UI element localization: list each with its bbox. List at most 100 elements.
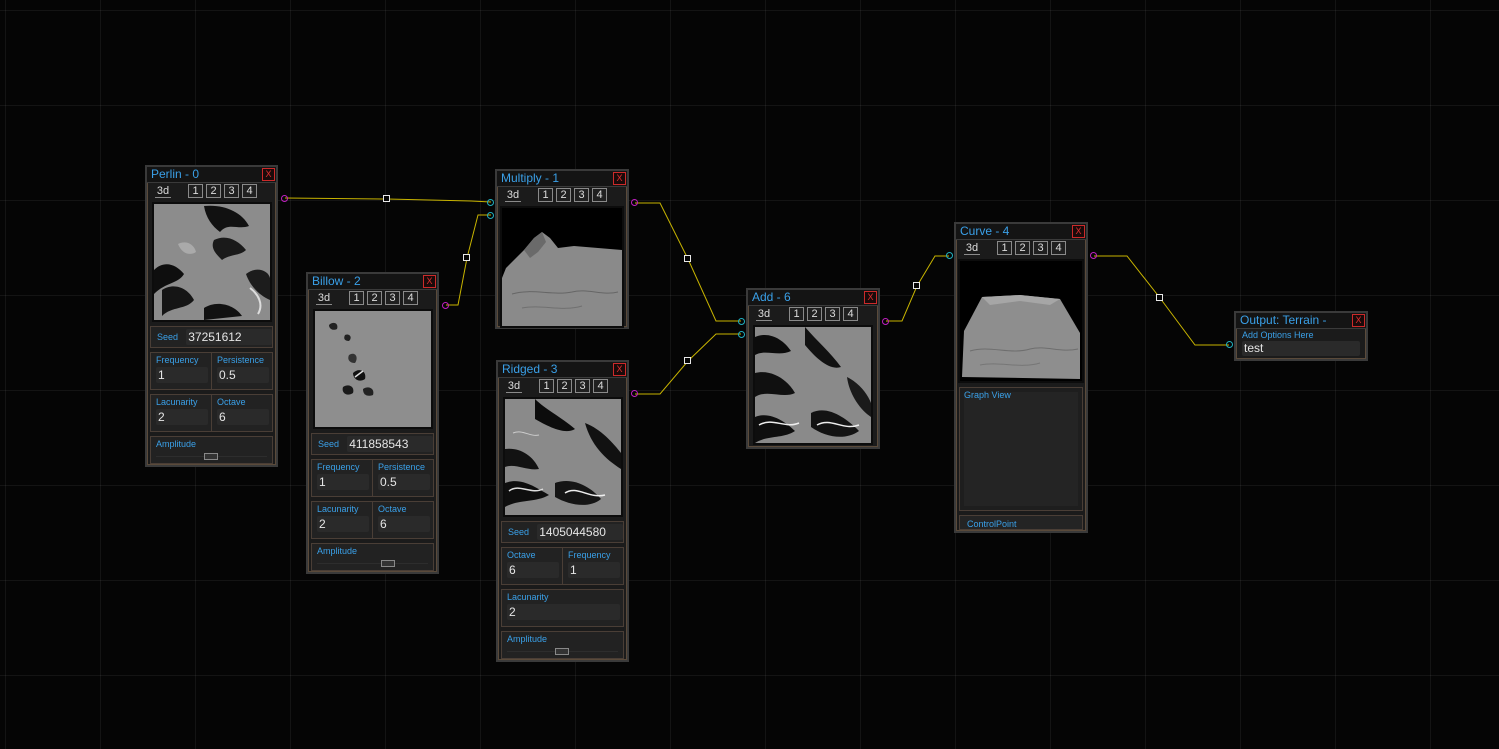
tab-4[interactable]: 4 [403, 291, 418, 305]
tab-2[interactable]: 2 [557, 379, 572, 393]
lacunarity-input[interactable]: 2 [507, 604, 620, 620]
multiply-input-port-b[interactable] [487, 212, 494, 219]
tab-2[interactable]: 2 [1015, 241, 1030, 255]
tab-3d[interactable]: 3d [155, 185, 171, 198]
tab-3d[interactable]: 3d [316, 292, 332, 305]
tab-2[interactable]: 2 [556, 188, 571, 202]
add-output-port[interactable] [882, 318, 889, 325]
tab-1[interactable]: 1 [188, 184, 203, 198]
octave-input[interactable]: 6 [378, 516, 430, 532]
tab-3d[interactable]: 3d [756, 308, 772, 321]
tab-3d[interactable]: 3d [505, 189, 521, 202]
control-point-field[interactable]: ControlPoint [959, 515, 1083, 530]
frequency-input[interactable]: 1 [156, 367, 208, 383]
perlin-output-port[interactable] [281, 195, 288, 202]
tab-2[interactable]: 2 [807, 307, 822, 321]
amplitude-field: Amplitude [501, 631, 624, 659]
multiply-output-port[interactable] [631, 199, 638, 206]
curve-graph-view[interactable]: Graph View [959, 387, 1083, 511]
node-perlin[interactable]: Perlin - 0 X 3d 1 2 3 4 Seed 37251612 Fr… [145, 165, 278, 467]
multiply-input-port-a[interactable] [487, 199, 494, 206]
tab-2[interactable]: 2 [367, 291, 382, 305]
node-title[interactable]: Perlin - 0 X [147, 167, 276, 183]
close-button[interactable]: X [423, 275, 436, 288]
seed-input[interactable]: 411858543 [347, 436, 433, 452]
node-curve[interactable]: Curve - 4 X 3d 1 2 3 4 Graph View Contro… [954, 222, 1088, 533]
tab-3[interactable]: 3 [385, 291, 400, 305]
amplitude-slider-thumb[interactable] [204, 453, 218, 460]
tab-1[interactable]: 1 [538, 188, 553, 202]
node-title[interactable]: Multiply - 1 X [497, 171, 627, 187]
tab-3[interactable]: 3 [574, 188, 589, 202]
noise-preview-image [753, 325, 873, 445]
amplitude-slider[interactable] [507, 646, 618, 655]
ridged-output-port[interactable] [631, 390, 638, 397]
tab-2[interactable]: 2 [206, 184, 221, 198]
tab-4[interactable]: 4 [242, 184, 257, 198]
node-title[interactable]: Add - 6 X [748, 290, 878, 306]
tab-3[interactable]: 3 [224, 184, 239, 198]
close-button[interactable]: X [1072, 225, 1085, 238]
wire-knot[interactable] [1156, 294, 1163, 301]
node-title-text: Perlin - 0 [151, 167, 200, 181]
wire-knot[interactable] [684, 255, 691, 262]
wire-knot[interactable] [913, 282, 920, 289]
octave-input[interactable]: 6 [507, 562, 559, 578]
lacunarity-label: Lacunarity [317, 504, 359, 514]
node-title[interactable]: Output: Terrain - X [1236, 313, 1366, 329]
close-button[interactable]: X [613, 363, 626, 376]
node-billow[interactable]: Billow - 2 X 3d 1 2 3 4 Seed 411858543 F… [306, 272, 439, 574]
add-input-port-a[interactable] [738, 318, 745, 325]
close-button[interactable]: X [262, 168, 275, 181]
close-button[interactable]: X [864, 291, 877, 304]
lacunarity-input[interactable]: 2 [317, 516, 369, 532]
node-add[interactable]: Add - 6 X 3d 1 2 3 4 [746, 288, 880, 449]
tab-4[interactable]: 4 [593, 379, 608, 393]
tab-3[interactable]: 3 [1033, 241, 1048, 255]
seed-input[interactable]: 37251612 [186, 329, 272, 345]
tab-1[interactable]: 1 [349, 291, 364, 305]
seed-input[interactable]: 1405044580 [537, 524, 623, 540]
tab-3d[interactable]: 3d [964, 242, 980, 255]
node-title[interactable]: Billow - 2 X [308, 274, 437, 290]
tab-3[interactable]: 3 [575, 379, 590, 393]
frequency-input[interactable]: 1 [568, 562, 620, 578]
amplitude-slider[interactable] [156, 451, 267, 460]
close-button[interactable]: X [613, 172, 626, 185]
persistence-input[interactable]: 0.5 [378, 474, 430, 490]
persistence-input[interactable]: 0.5 [217, 367, 269, 383]
option-input[interactable]: test [1242, 341, 1360, 356]
output-terrain-input-port[interactable] [1226, 341, 1233, 348]
close-button[interactable]: X [1352, 314, 1365, 327]
amplitude-slider[interactable] [317, 558, 428, 567]
wire-knot[interactable] [463, 254, 470, 261]
curve-input-port[interactable] [946, 252, 953, 259]
tab-3[interactable]: 3 [825, 307, 840, 321]
node-output-terrain[interactable]: Output: Terrain - X Add Options Here tes… [1234, 311, 1368, 361]
curve-output-port[interactable] [1090, 252, 1097, 259]
frequency-persistence-row: Frequency 1 Persistence 0.5 [311, 459, 434, 497]
billow-output-port[interactable] [442, 302, 449, 309]
lacunarity-input[interactable]: 2 [156, 409, 208, 425]
tab-3d[interactable]: 3d [506, 380, 522, 393]
tab-1[interactable]: 1 [997, 241, 1012, 255]
wire-knot[interactable] [684, 357, 691, 364]
node-multiply[interactable]: Multiply - 1 X 3d 1 2 3 4 [495, 169, 629, 329]
amplitude-label: Amplitude [507, 634, 548, 644]
octave-input[interactable]: 6 [217, 409, 269, 425]
view-tabs: 3d 1 2 3 4 [498, 378, 627, 394]
amplitude-slider-thumb[interactable] [555, 648, 569, 655]
wire-knot[interactable] [383, 195, 390, 202]
frequency-input[interactable]: 1 [317, 474, 369, 490]
tab-4[interactable]: 4 [1051, 241, 1066, 255]
node-title[interactable]: Curve - 4 X [956, 224, 1086, 240]
node-ridged[interactable]: Ridged - 3 X 3d 1 2 3 4 Seed 1405044580 … [496, 360, 629, 662]
wire-multiply-to-add [635, 202, 741, 322]
add-input-port-b[interactable] [738, 331, 745, 338]
tab-1[interactable]: 1 [539, 379, 554, 393]
node-title[interactable]: Ridged - 3 X [498, 362, 627, 378]
tab-4[interactable]: 4 [592, 188, 607, 202]
tab-1[interactable]: 1 [789, 307, 804, 321]
amplitude-slider-thumb[interactable] [381, 560, 395, 567]
tab-4[interactable]: 4 [843, 307, 858, 321]
